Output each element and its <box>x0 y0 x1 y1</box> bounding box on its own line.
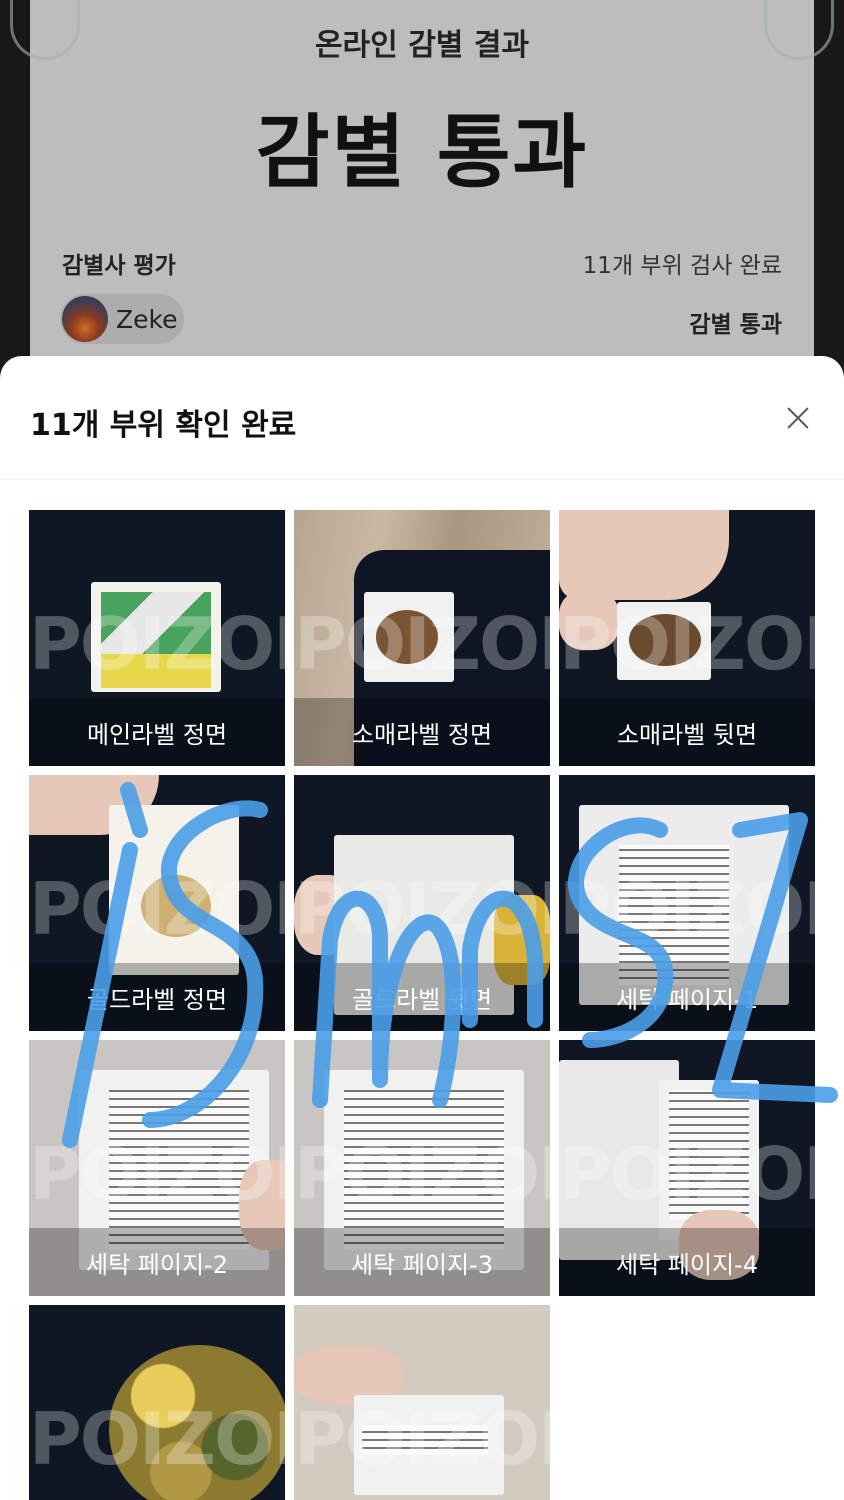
sheet-title: 11개 부위 확인 완료 <box>30 408 297 443</box>
tile-caption: 메인라벨 정면 <box>86 721 228 749</box>
photo-tile-main-label-front[interactable]: POIZON 메인라벨 정면 <box>29 510 285 766</box>
photo-tile-care-page-1[interactable]: POIZON 세탁 페이지-1 <box>559 775 815 1031</box>
watermark: POIZON <box>29 867 285 951</box>
inspection-count[interactable]: 11개 부위 검사 완료 <box>583 246 782 280</box>
certificate-subtitle: 온라인 감별 결과 <box>314 28 530 63</box>
photo-tile-gold-label-back[interactable]: POIZON 골드라벨 뒷면 <box>294 775 550 1031</box>
tile-caption: 세탁 페이지-2 <box>86 1251 228 1279</box>
tile-caption: 세탁 페이지-4 <box>616 1251 758 1279</box>
watermark: POIZON <box>294 1397 550 1481</box>
tile-caption: 세탁 페이지-1 <box>616 986 758 1014</box>
tile-caption: 소매라벨 뒷면 <box>616 721 758 749</box>
evaluator-label: 감별사 평가 <box>62 253 176 279</box>
tile-caption: 골드라벨 뒷면 <box>351 986 493 1014</box>
finger-image <box>559 510 729 600</box>
watermark: POIZON <box>559 602 815 686</box>
evaluator-chip[interactable]: Zeke <box>60 294 184 344</box>
bottom-sheet: 11개 부위 확인 완료 POIZON 메인라벨 정면 POIZON 소매라벨 … <box>0 356 844 1500</box>
photo-tile-care-page-3[interactable]: POIZON 세탁 페이지-3 <box>294 1040 550 1296</box>
tile-caption: 소매라벨 정면 <box>351 721 493 749</box>
certificate-title: 감별 통과 <box>255 106 589 199</box>
evaluator-name: Zeke <box>116 304 178 334</box>
watermark: POIZON <box>29 1132 285 1216</box>
tile-caption: 골드라벨 정면 <box>86 986 228 1014</box>
photo-tile-sleeve-label-back[interactable]: POIZON 소매라벨 뒷면 <box>559 510 815 766</box>
watermark: POIZON <box>29 602 285 686</box>
photo-tile-care-page-4[interactable]: POIZON 세탁 페이지-4 <box>559 1040 815 1296</box>
watermark: POIZON <box>294 867 550 951</box>
photo-tile-camo-print[interactable]: POIZON <box>29 1305 285 1500</box>
watermark: POIZON <box>29 1397 285 1481</box>
tile-caption: 세탁 페이지-3 <box>351 1251 493 1279</box>
watermark: POIZON <box>559 867 815 951</box>
photo-tile-importer-label[interactable]: POIZON <box>294 1305 550 1500</box>
watermark: POIZON <box>559 1132 815 1216</box>
divider <box>0 479 844 480</box>
photo-tile-gold-label-front[interactable]: POIZON 골드라벨 정면 <box>29 775 285 1031</box>
evaluation-result: 감별 통과 <box>689 312 782 338</box>
close-icon[interactable] <box>778 398 818 438</box>
watermark: POIZON <box>294 602 550 686</box>
avatar <box>62 296 108 342</box>
photo-tile-care-page-2[interactable]: POIZON 세탁 페이지-2 <box>29 1040 285 1296</box>
photo-tile-sleeve-label-front[interactable]: POIZON 소매라벨 정면 <box>294 510 550 766</box>
watermark: POIZON <box>294 1132 550 1216</box>
